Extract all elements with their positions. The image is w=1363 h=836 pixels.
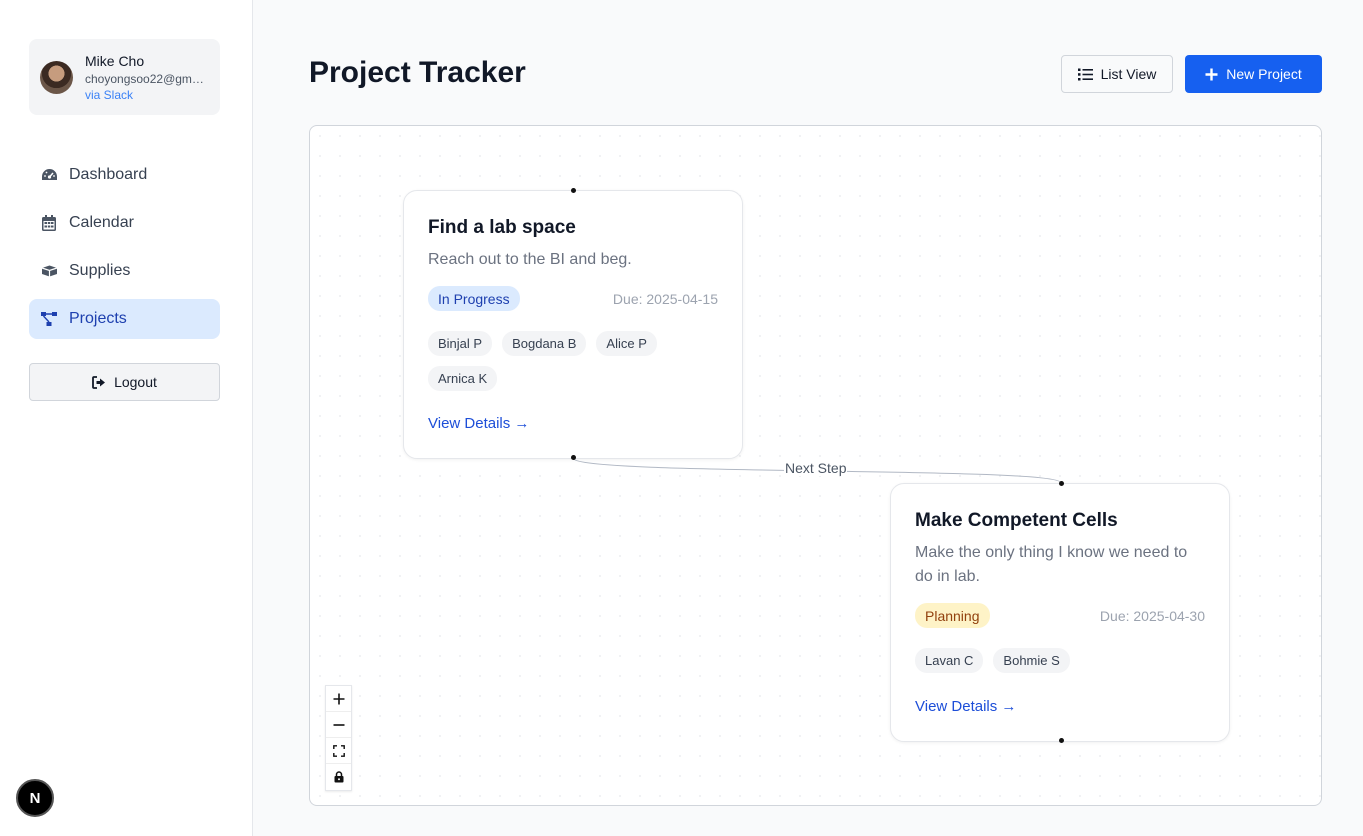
project-diagram-icon (40, 310, 58, 328)
minus-icon (333, 723, 344, 726)
lock-icon (334, 771, 343, 783)
assignee-tag: Alice P (596, 331, 657, 356)
fit-view-icon (332, 744, 345, 757)
edge-label: Next Step (784, 460, 848, 476)
sidebar-item-label: Projects (69, 310, 127, 327)
sign-out-icon (92, 375, 106, 389)
assignee-tag: Arnica K (428, 366, 498, 391)
flow-canvas[interactable]: Next Step Find a lab space Reach out to … (309, 125, 1322, 806)
fit-view-button[interactable] (326, 738, 351, 764)
list-icon (1077, 68, 1093, 81)
plus-icon (1205, 68, 1218, 81)
new-project-button[interactable]: New Project (1185, 55, 1322, 93)
sidebar-item-calendar[interactable]: Calendar (29, 203, 220, 243)
assignee-tag: Binjal P (428, 331, 493, 356)
source-handle[interactable] (571, 455, 576, 460)
sidebar-item-dashboard[interactable]: Dashboard (29, 155, 220, 195)
avatar (40, 61, 73, 94)
project-title: Find a lab space (428, 217, 576, 238)
status-badge: In Progress (428, 286, 520, 311)
list-view-label: List View (1100, 66, 1157, 82)
view-details-link[interactable]: View Details → (915, 698, 1016, 715)
user-email: choyongsoo22@gmail.com (85, 72, 209, 86)
assignee-list: Binjal P Bogdana B Alice P Arnica K (428, 331, 728, 391)
user-source: via Slack (85, 88, 134, 102)
zoom-out-button[interactable] (326, 712, 351, 738)
sidebar-item-projects[interactable]: Projects (29, 299, 220, 339)
user-card: Mike Cho choyongsoo22@gmail.com via Slac… (29, 39, 220, 115)
project-description: Make the only thing I know we need to do… (915, 544, 1188, 585)
calendar-icon (40, 214, 58, 232)
source-handle[interactable] (1059, 738, 1064, 743)
project-card[interactable]: Make Competent Cells Make the only thing… (890, 481, 1230, 743)
project-title: Make Competent Cells (915, 510, 1118, 531)
new-project-label: New Project (1226, 66, 1302, 82)
assignee-tag: Bogdana B (502, 331, 587, 356)
plus-icon (333, 693, 344, 704)
page-title: Project Tracker (309, 56, 526, 89)
project-card[interactable]: Find a lab space Reach out to the BI and… (403, 188, 743, 460)
next-dev-indicator-icon[interactable]: N (16, 779, 54, 817)
status-badge: Planning (915, 603, 990, 628)
gauge-icon (40, 166, 58, 184)
lock-button[interactable] (326, 764, 351, 790)
sidebar-item-supplies[interactable]: Supplies (29, 251, 220, 291)
sidebar-item-label: Supplies (69, 262, 131, 279)
sidebar: Mike Cho choyongsoo22@gmail.com via Slac… (0, 0, 253, 836)
assignee-list: Lavan C Bohmie S (915, 648, 1215, 673)
logout-button[interactable]: Logout (29, 363, 220, 401)
assignee-tag: Bohmie S (993, 648, 1070, 673)
zoom-in-button[interactable] (326, 686, 351, 712)
target-handle[interactable] (571, 188, 576, 193)
target-handle[interactable] (1059, 481, 1064, 486)
due-date: Due: 2025-04-30 (1099, 608, 1205, 624)
sidebar-item-label: Calendar (69, 214, 134, 231)
logout-label: Logout (114, 374, 157, 390)
project-description: Reach out to the BI and beg. (428, 251, 632, 268)
user-name: Mike Cho (85, 53, 145, 69)
box-icon (40, 262, 58, 280)
due-date: Due: 2025-04-15 (612, 291, 718, 307)
list-view-button[interactable]: List View (1061, 55, 1173, 93)
sidebar-item-label: Dashboard (69, 166, 148, 183)
flow-controls (325, 685, 352, 791)
view-details-link[interactable]: View Details → (428, 415, 529, 432)
assignee-tag: Lavan C (915, 648, 984, 673)
